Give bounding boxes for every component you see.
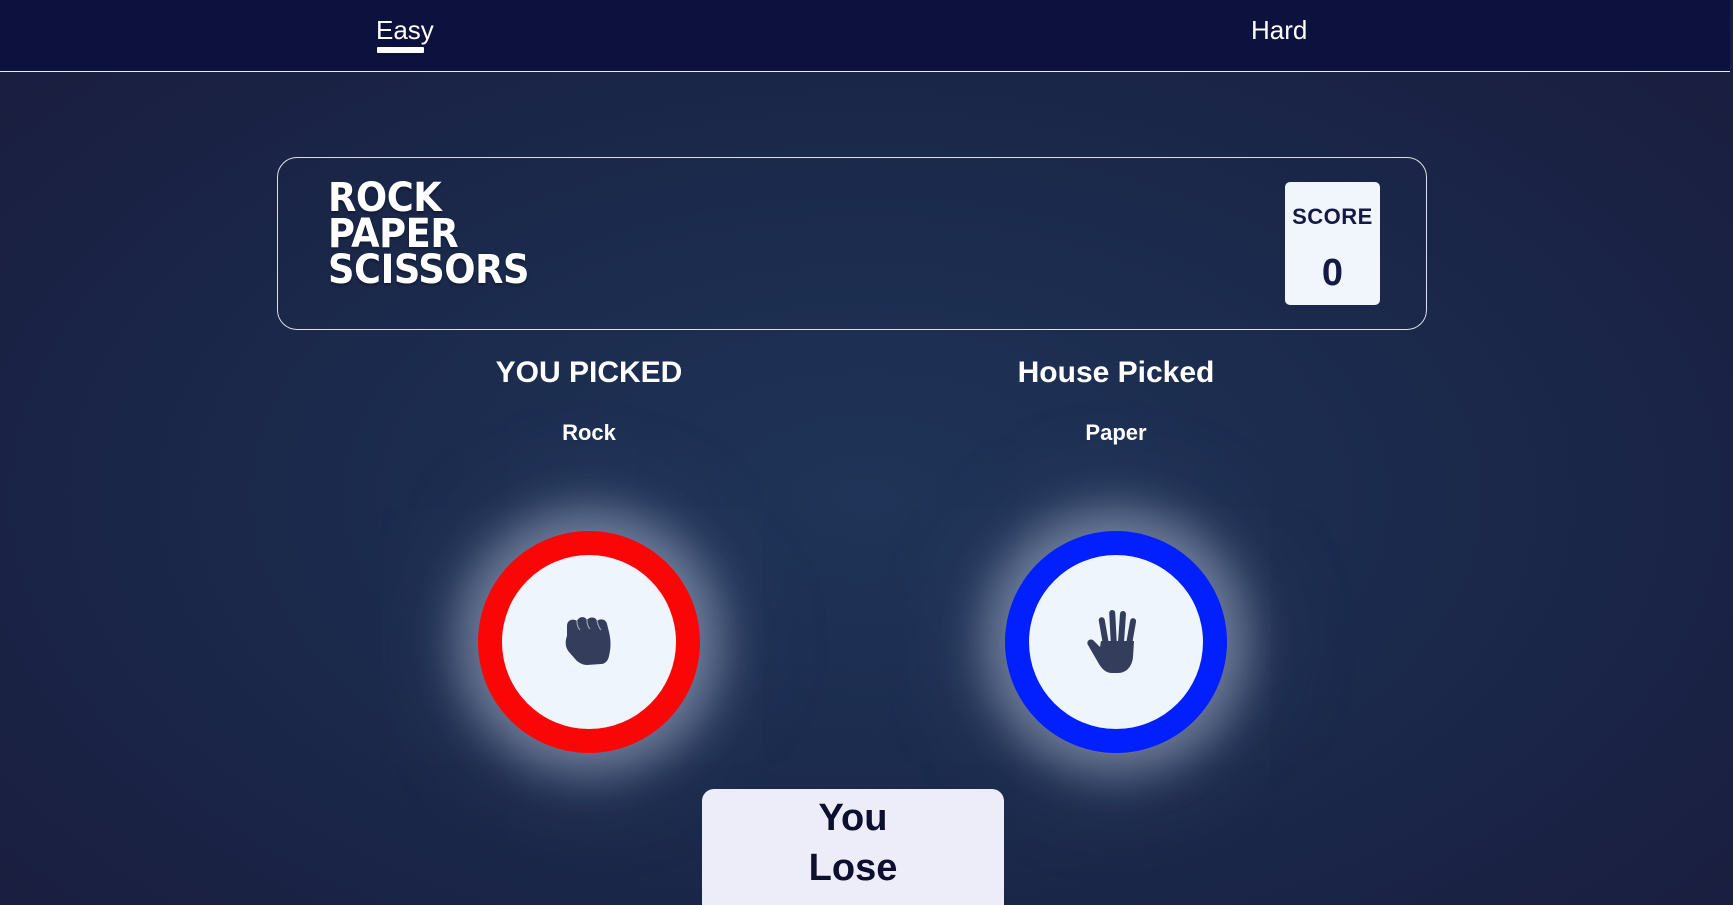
house-pick-heading: House Picked — [1017, 356, 1215, 389]
tab-easy[interactable]: Easy — [376, 14, 434, 46]
score-box: SCORE 0 — [1285, 182, 1380, 305]
open-hand-icon — [1087, 610, 1137, 673]
house-chip-face — [1029, 555, 1203, 729]
active-tab-indicator — [377, 47, 424, 53]
house-pick-name: Paper — [1085, 420, 1147, 445]
score-value: 0 — [1321, 252, 1344, 294]
score-label: SCORE — [1292, 204, 1373, 229]
player-rock-chip[interactable] — [478, 531, 700, 753]
fist-icon — [565, 617, 611, 665]
result-text-line-2: Lose — [808, 847, 898, 889]
player-chip-face — [502, 555, 676, 729]
result-card: You Lose — [702, 789, 1004, 905]
game-title-line-3: SCISSORS — [328, 247, 530, 293]
result-text-line-1: You — [818, 797, 888, 839]
difficulty-nav: Easy Hard — [0, 0, 1730, 72]
house-paper-chip[interactable] — [1005, 531, 1227, 753]
scoreboard: ROCK PAPER SCISSORS SCORE 0 — [277, 157, 1427, 330]
player-pick-name: Rock — [562, 420, 616, 445]
player-pick-heading: YOU PICKED — [495, 356, 683, 389]
tab-hard[interactable]: Hard — [1251, 14, 1307, 46]
